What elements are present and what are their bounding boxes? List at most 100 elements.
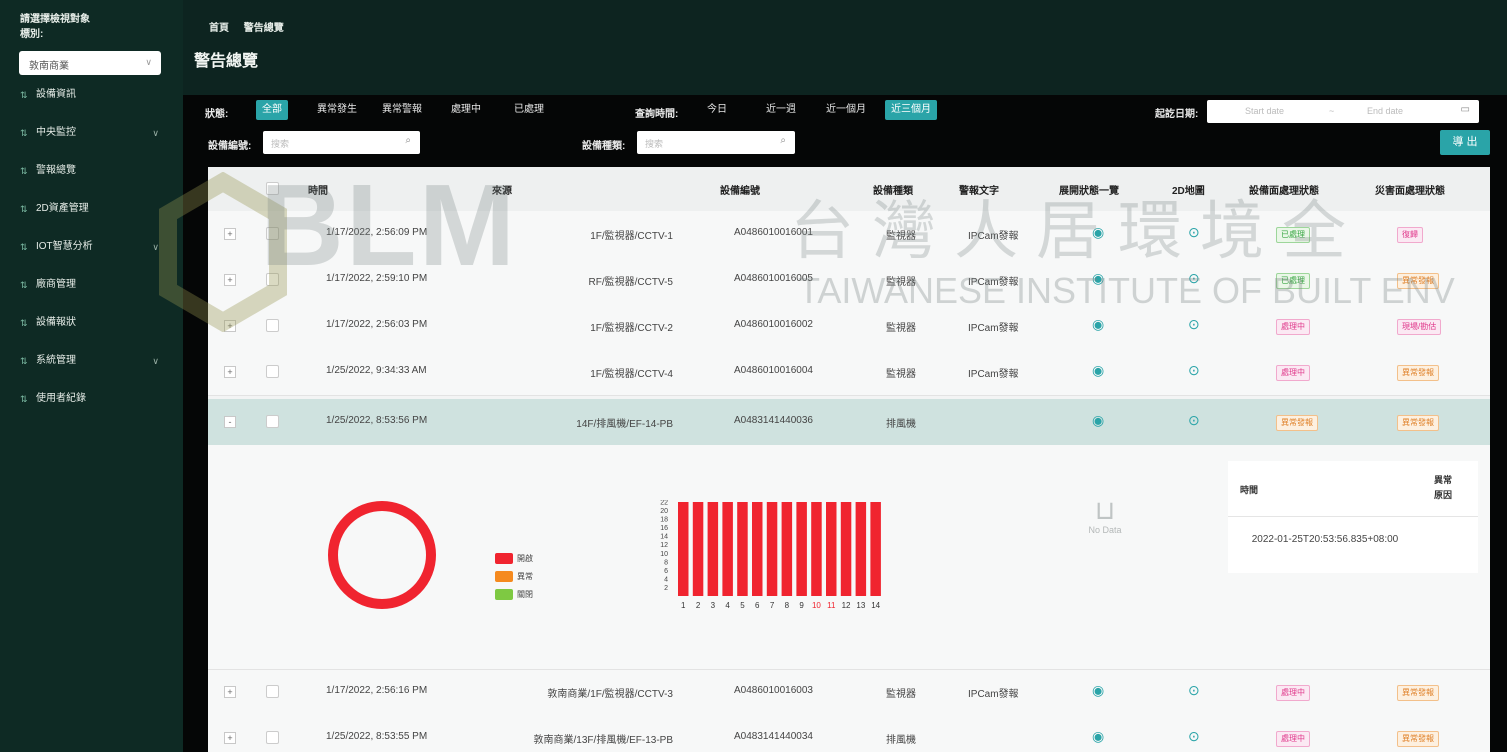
x-tick-label: 13	[856, 601, 865, 610]
bar[interactable]	[692, 502, 704, 596]
legend-item: 異常	[495, 571, 533, 589]
map-pin-icon[interactable]: ⊙	[1188, 362, 1200, 379]
eye-icon[interactable]: ◉	[1092, 362, 1104, 379]
sidebar-item[interactable]: ⇅ 設備報狀	[0, 312, 183, 350]
sidebar-item[interactable]: ⇅ 系統管理 ∨	[0, 350, 183, 388]
row-checkbox[interactable]	[266, 415, 279, 428]
sidebar-item[interactable]: ⇅ 廠商管理	[0, 274, 183, 312]
eye-icon[interactable]: ◉	[1092, 728, 1104, 745]
device-no-search-input[interactable]: 搜索 ⌕	[263, 131, 420, 154]
export-button[interactable]: 導 出	[1440, 130, 1490, 155]
device-type-placeholder: 搜索	[645, 139, 664, 149]
menu-bullet-icon: ⇅	[20, 204, 28, 214]
eye-icon[interactable]: ◉	[1092, 270, 1104, 287]
bar[interactable]	[840, 502, 852, 596]
site-select[interactable]: 敦南商業 ∨	[19, 51, 161, 75]
table-row[interactable]: - 1/25/2022, 8:53:56 PM 14F/排風機/EF-14-PB A0…	[208, 399, 1490, 446]
bar[interactable]	[707, 502, 719, 596]
status-option[interactable]: 已處理	[508, 100, 550, 120]
bar[interactable]	[826, 502, 837, 596]
bar[interactable]	[752, 502, 763, 596]
map-pin-icon[interactable]: ⊙	[1188, 682, 1200, 699]
eye-icon[interactable]: ◉	[1092, 316, 1104, 333]
status-option[interactable]: 異常警報	[376, 100, 428, 120]
bar[interactable]	[781, 502, 793, 596]
sidebar-title-line1: 請選擇檢視對象	[20, 14, 90, 25]
sidebar-item-label: 廠商管理	[36, 279, 76, 290]
table-row[interactable]: +1/25/2022, 8:53:55 PM 敦南商業/13F/排風機/EF-13…	[208, 715, 1490, 752]
source-cell: 敦南商業/1F/監視器/CCTV-3	[547, 689, 673, 700]
eye-icon[interactable]: ◉	[1092, 682, 1104, 699]
time-range-option[interactable]: 今日	[701, 100, 733, 120]
detail-header-time: 時間	[1240, 485, 1259, 495]
sidebar-item[interactable]: ⇅ 使用者紀錄	[0, 388, 183, 426]
map-pin-icon[interactable]: ⊙	[1188, 270, 1200, 287]
device-type-search-input[interactable]: 搜索 ⌕	[637, 131, 795, 154]
bar[interactable]	[766, 502, 778, 596]
start-date-input[interactable]: Start date	[1245, 106, 1284, 116]
status-option[interactable]: 處理中	[445, 100, 487, 120]
table-row[interactable]: +1/17/2022, 2:56:03 PM 1F/監視器/CCTV-2 A0486…	[208, 303, 1490, 350]
bar[interactable]	[737, 502, 748, 596]
no-data-placeholder: ⊔ No Data	[1083, 495, 1127, 535]
select-all-checkbox[interactable]	[266, 182, 279, 195]
table-row[interactable]: +1/17/2022, 2:56:09 PM 1F/監視器/CCTV-1 A0486…	[208, 211, 1490, 258]
time-cell: 1/17/2022, 2:56:16 PM	[326, 685, 428, 696]
expand-toggle-button[interactable]: +	[224, 320, 236, 332]
device-no-placeholder: 搜索	[271, 139, 290, 149]
map-pin-icon[interactable]: ⊙	[1188, 728, 1200, 745]
status-option[interactable]: 異常發生	[311, 100, 363, 120]
sidebar-item[interactable]: ⇅ 2D資產管理	[0, 198, 183, 236]
y-tick-label: 22	[660, 500, 668, 507]
date-range-label: 起訖日期:	[1155, 109, 1199, 120]
eye-icon[interactable]: ◉	[1092, 412, 1104, 429]
header-time[interactable]: 時間	[308, 182, 328, 197]
sidebar-item[interactable]: ⇅ 中央監控 ∨	[0, 122, 183, 160]
row-checkbox[interactable]	[266, 365, 279, 378]
device-type-cell: 排風機	[886, 419, 916, 430]
end-date-input[interactable]: End date	[1367, 106, 1403, 116]
date-range-picker[interactable]: Start date ~ End date ▭	[1207, 100, 1479, 123]
time-range-option[interactable]: 近一個月	[820, 100, 872, 120]
sidebar-item-label: 警報總覽	[36, 165, 76, 176]
sidebar-item[interactable]: ⇅ 設備資訊	[0, 84, 183, 122]
eye-icon[interactable]: ◉	[1092, 224, 1104, 241]
bar[interactable]	[855, 502, 867, 596]
expand-toggle-button[interactable]: +	[224, 228, 236, 240]
bar[interactable]	[678, 502, 689, 596]
time-cell: 1/25/2022, 8:53:56 PM	[326, 415, 428, 426]
expand-toggle-button[interactable]: +	[224, 686, 236, 698]
row-checkbox[interactable]	[266, 685, 279, 698]
expand-toggle-button[interactable]: +	[224, 366, 236, 378]
breadcrumb-home[interactable]: 首頁	[209, 23, 229, 34]
header-device-type: 設備種類	[873, 186, 913, 197]
sidebar-item[interactable]: ⇅ IOT智慧分析 ∨	[0, 236, 183, 274]
bar[interactable]	[796, 502, 807, 596]
expand-toggle-button[interactable]: +	[224, 732, 236, 744]
row-checkbox[interactable]	[266, 227, 279, 240]
map-pin-icon[interactable]: ⊙	[1188, 316, 1200, 333]
bar[interactable]	[722, 502, 733, 596]
status-option[interactable]: 全部	[256, 100, 288, 120]
table-row[interactable]: +1/25/2022, 9:34:33 AM 1F/監視器/CCTV-4 A0486…	[208, 349, 1490, 396]
legend-swatch	[495, 571, 513, 582]
map-pin-icon[interactable]: ⊙	[1188, 412, 1200, 429]
map-pin-icon[interactable]: ⊙	[1188, 224, 1200, 241]
row-checkbox[interactable]	[266, 319, 279, 332]
header-2d-map: 2D地圖	[1172, 186, 1205, 197]
bar[interactable]	[811, 502, 822, 596]
sidebar-item[interactable]: ⇅ 警報總覽	[0, 160, 183, 198]
header-status-overview: 展開狀態一覽	[1059, 186, 1119, 197]
source-cell: 1F/監視器/CCTV-2	[590, 323, 673, 334]
table-row[interactable]: +1/17/2022, 2:59:10 PM RF/監視器/CCTV-5 A0486…	[208, 257, 1490, 304]
expand-toggle-button[interactable]: +	[224, 274, 236, 286]
bar[interactable]	[870, 502, 881, 596]
device-no-cell: A0486010016005	[734, 273, 813, 284]
row-checkbox[interactable]	[266, 731, 279, 744]
time-range-option[interactable]: 近三個月	[885, 100, 937, 120]
table-row[interactable]: +1/17/2022, 2:56:16 PM 敦南商業/1F/監視器/CCTV-3…	[208, 669, 1490, 716]
expand-toggle-button[interactable]: -	[224, 416, 236, 428]
row-checkbox[interactable]	[266, 273, 279, 286]
menu-bullet-icon: ⇅	[20, 318, 28, 328]
time-range-option[interactable]: 近一週	[760, 100, 802, 120]
